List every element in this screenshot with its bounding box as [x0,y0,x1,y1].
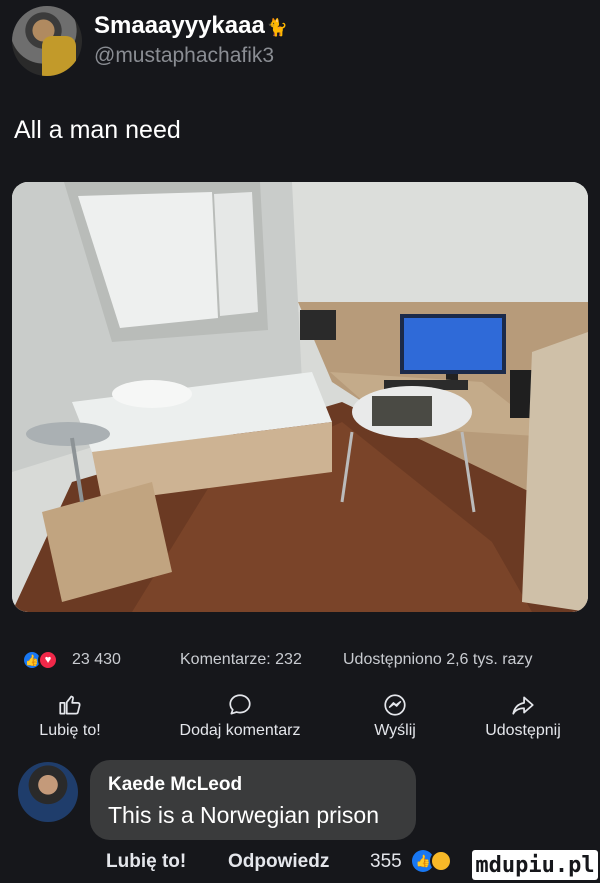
like-label: Lubię to! [39,722,101,739]
comment-reply-button[interactable]: Odpowiedz [228,851,329,873]
thumbs-up-icon [59,695,81,715]
comment-label: Dodaj komentarz [179,722,301,739]
haha-reaction-icon [430,850,452,872]
comment-bubble-icon [229,694,251,715]
messenger-icon [384,694,406,716]
love-reaction-icon: ♥ [38,650,58,670]
display-name[interactable]: Smaaayyykaaa 🐈 [94,12,288,40]
share-button[interactable]: Udostępnij [468,692,578,740]
commenter-avatar[interactable] [18,762,78,822]
send-button[interactable]: Wyślij [360,692,430,740]
display-name-text: Smaaayyykaaa [94,12,265,39]
tweet-text: All a man need [14,116,181,144]
tweet-header: Smaaayyykaaa 🐈 @mustaphachafik3 [12,6,588,76]
comments-count[interactable]: Komentarze: 232 [180,651,302,669]
comment-like-button[interactable]: Lubię to! [106,851,186,873]
reaction-count[interactable]: 23 430 [72,651,121,669]
share-arrow-icon [512,696,534,715]
site-watermark: mdupiu.pl [472,850,598,880]
comment-bubble[interactable]: Kaede McLeod This is a Norwegian prison [90,760,416,840]
comment-author[interactable]: Kaede McLeod [108,774,242,796]
comment-text: This is a Norwegian prison [108,802,380,828]
like-button[interactable]: Lubię to! [20,692,120,740]
cat-emoji-icon: 🐈 [266,18,288,37]
share-label: Udostępnij [485,722,561,739]
shares-count[interactable]: Udostępniono 2,6 tys. razy [343,651,532,669]
comment-button[interactable]: Dodaj komentarz [160,692,320,740]
comment-reaction-count[interactable]: 355 [370,851,402,873]
post-stats: 👍 ♥ 23 430 Komentarze: 232 Udostępniono … [12,648,588,672]
handle[interactable]: @mustaphachafik3 [94,44,274,68]
avatar[interactable] [12,6,82,76]
send-label: Wyślij [374,722,416,739]
post-photo[interactable] [12,182,588,612]
dorm-room-photo-icon [12,182,588,612]
